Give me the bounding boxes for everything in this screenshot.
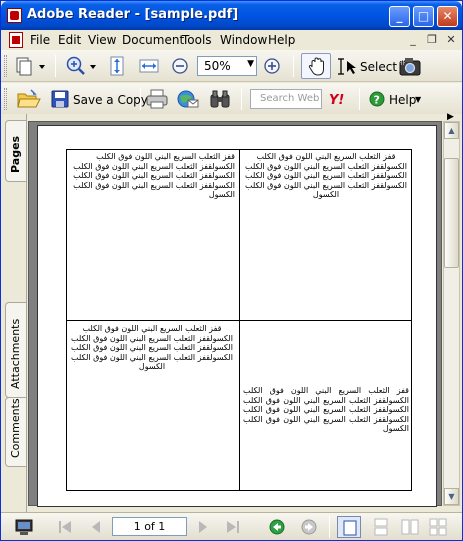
binoculars-icon[interactable] bbox=[209, 89, 231, 109]
single-page-view-button[interactable] bbox=[337, 516, 361, 538]
scroll-thumb[interactable] bbox=[444, 158, 459, 268]
fit-height-icon[interactable] bbox=[108, 56, 126, 76]
doc-minimize-button[interactable]: _ bbox=[405, 32, 421, 48]
status-bar: 1 of 1 bbox=[1, 512, 462, 540]
tab-attachments[interactable]: Attachments bbox=[5, 302, 26, 398]
pages-icon[interactable] bbox=[15, 56, 47, 76]
menu-document[interactable]: Document bbox=[122, 33, 184, 47]
open-icon[interactable] bbox=[17, 89, 41, 109]
window-title: Adobe Reader - [sample.pdf] bbox=[27, 7, 239, 22]
help-icon[interactable]: ? bbox=[369, 91, 385, 107]
go-back-icon[interactable] bbox=[269, 519, 285, 535]
adobe-reader-icon bbox=[7, 8, 22, 23]
navigation-toolbar: 50% ▼ Select bbox=[1, 50, 462, 82]
help-dropdown-icon[interactable]: ▼ bbox=[415, 95, 421, 104]
zoom-level-select[interactable]: 50% ▼ bbox=[197, 56, 257, 76]
yahoo-icon[interactable]: Y! bbox=[328, 91, 352, 107]
menu-tools[interactable]: Tools bbox=[182, 33, 212, 47]
table: قفز الثعلب السريع البني اللون فوق الكلب … bbox=[66, 149, 412, 491]
pdf-page[interactable]: قفز الثعلب السريع البني اللون فوق الكلب … bbox=[37, 125, 437, 507]
search-web-input[interactable]: Search Web bbox=[250, 89, 322, 109]
save-icon[interactable] bbox=[51, 90, 69, 108]
next-page-icon[interactable] bbox=[196, 520, 210, 534]
maximize-button[interactable]: □ bbox=[413, 6, 434, 27]
toolbar-grip[interactable] bbox=[4, 88, 7, 110]
go-forward-icon[interactable] bbox=[301, 519, 317, 535]
page-number-field[interactable]: 1 of 1 bbox=[112, 517, 187, 536]
minimize-button[interactable]: _ bbox=[389, 6, 410, 27]
last-page-icon[interactable] bbox=[225, 520, 241, 534]
continuous-facing-icon[interactable] bbox=[429, 518, 447, 536]
app-window: Adobe Reader - [sample.pdf] _ □ ✕ File E… bbox=[0, 0, 463, 541]
tab-pages[interactable]: Pages bbox=[5, 120, 26, 182]
main-area: Pages Attachments Comments قفز الثعلب ال… bbox=[1, 112, 462, 512]
table-cell: قفز الثعلب السريع البني اللون فوق الكلب … bbox=[245, 152, 407, 199]
table-cell: قفز الثعلب السريع البني اللون فوق الكلب … bbox=[243, 386, 409, 433]
menu-file[interactable]: File bbox=[30, 33, 50, 47]
svg-text:Y!: Y! bbox=[329, 93, 344, 107]
zoom-in-icon[interactable] bbox=[65, 56, 99, 76]
table-cell: قفز الثعلب السريع البني اللون فوق الكلب … bbox=[73, 152, 235, 199]
menu-help[interactable]: Help bbox=[268, 33, 295, 47]
select-tool-label[interactable]: Select bbox=[360, 60, 397, 74]
toolbar-grip[interactable] bbox=[4, 55, 7, 77]
svg-text:?: ? bbox=[374, 94, 380, 107]
vertical-scrollbar[interactable]: ▲ ▼ bbox=[443, 121, 460, 506]
previous-page-icon[interactable] bbox=[89, 520, 103, 534]
navigation-pane-tabs: Pages Attachments Comments bbox=[1, 114, 27, 512]
hand-icon bbox=[308, 57, 324, 76]
search-web-placeholder: Search Web bbox=[260, 93, 320, 104]
fit-width-icon[interactable] bbox=[139, 57, 159, 75]
menu-bar: File Edit View Document Tools Window Hel… bbox=[1, 30, 462, 50]
zoom-value: 50% bbox=[204, 59, 231, 73]
menu-window[interactable]: Window bbox=[220, 33, 267, 47]
help-button[interactable]: Help bbox=[389, 93, 416, 107]
menu-view[interactable]: View bbox=[88, 33, 116, 47]
tab-attachments-label: Attachments bbox=[9, 318, 22, 389]
title-bar[interactable]: Adobe Reader - [sample.pdf] _ □ ✕ bbox=[1, 1, 462, 30]
continuous-page-icon[interactable] bbox=[373, 518, 389, 536]
single-page-icon bbox=[343, 520, 357, 536]
tab-pages-label: Pages bbox=[9, 135, 22, 173]
zoom-out-icon[interactable] bbox=[171, 57, 189, 75]
snapshot-icon[interactable] bbox=[399, 57, 421, 76]
first-page-icon[interactable] bbox=[57, 520, 73, 534]
tab-comments-label: Comments bbox=[9, 398, 22, 458]
tab-comments[interactable]: Comments bbox=[5, 397, 26, 467]
print-icon[interactable] bbox=[146, 89, 168, 109]
document-icon[interactable] bbox=[9, 32, 23, 48]
email-icon[interactable] bbox=[177, 89, 199, 109]
scroll-down-button[interactable]: ▼ bbox=[444, 488, 459, 505]
zoom-plus-icon[interactable] bbox=[263, 57, 281, 75]
menu-edit[interactable]: Edit bbox=[58, 33, 81, 47]
file-toolbar: Save a Copy Search Web Y! ? Help ▼ bbox=[1, 83, 462, 115]
doc-close-button[interactable]: ✕ bbox=[443, 32, 459, 48]
table-cell: قفز الثعلب السريع البني اللون فوق الكلب … bbox=[71, 324, 233, 371]
save-copy-button[interactable]: Save a Copy bbox=[73, 93, 148, 107]
select-icon[interactable] bbox=[337, 57, 359, 77]
chevron-down-icon[interactable]: ▼ bbox=[247, 59, 254, 69]
doc-restore-button[interactable]: ❐ bbox=[424, 32, 440, 48]
monitor-icon[interactable] bbox=[15, 518, 33, 536]
facing-pages-icon[interactable] bbox=[401, 518, 419, 536]
document-view[interactable]: قفز الثعلب السريع البني اللون فوق الكلب … bbox=[28, 121, 442, 507]
close-button[interactable]: ✕ bbox=[437, 6, 458, 27]
scroll-up-button[interactable]: ▲ bbox=[444, 122, 459, 139]
hand-tool-button[interactable] bbox=[301, 53, 331, 79]
